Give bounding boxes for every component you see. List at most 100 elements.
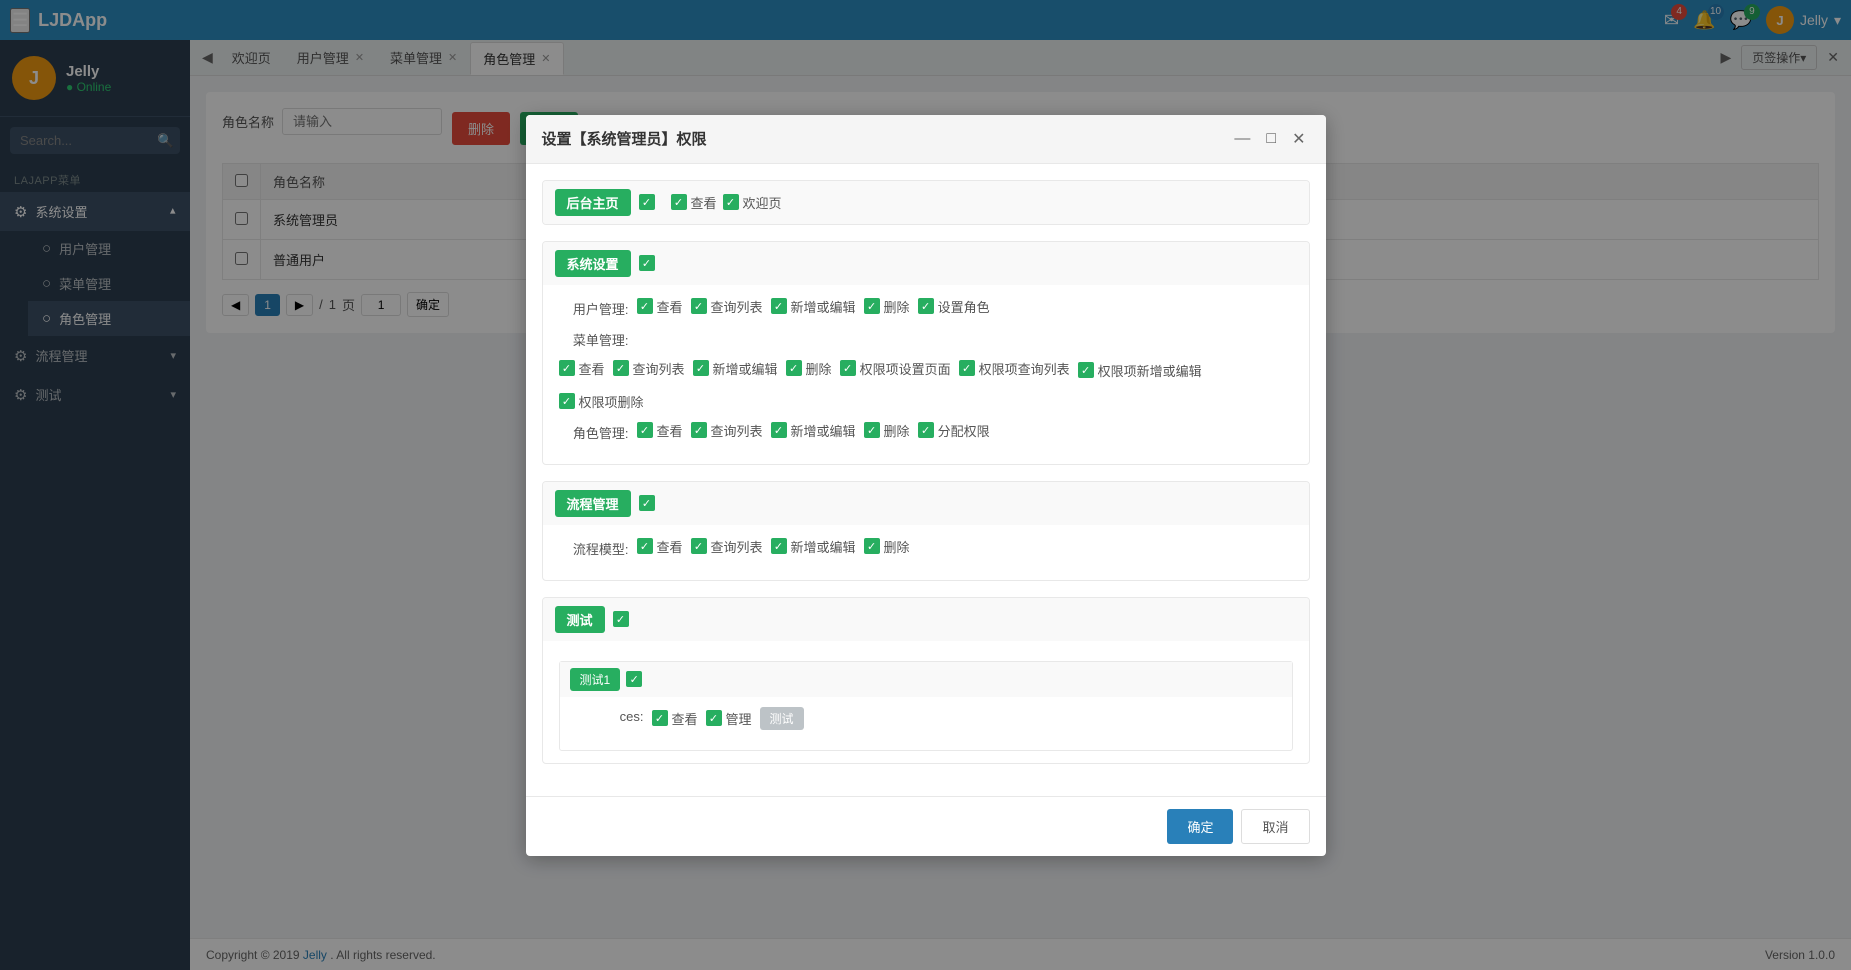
perm-item-ces-view: ✓ 查看 bbox=[652, 709, 698, 728]
perm-label-flow-view: 查看 bbox=[657, 537, 683, 556]
perm-row-menu: 菜单管理: ✓ 查看 ✓ 查询列表 ✓ bbox=[559, 328, 1293, 411]
perm-item-menu-view: ✓ 查看 bbox=[559, 359, 605, 378]
check-all-backend[interactable]: ✓ bbox=[639, 194, 655, 210]
check-all-flow[interactable]: ✓ bbox=[639, 495, 655, 511]
perm-row-items-menu: ✓ 查看 ✓ 查询列表 ✓ 新增或编辑 bbox=[559, 357, 1293, 411]
perm-item-flow-delete: ✓ 删除 bbox=[864, 537, 910, 556]
perm-label-menu-view: 查看 bbox=[579, 359, 605, 378]
cb-user-setrole[interactable]: ✓ bbox=[918, 298, 934, 314]
perm-item-role-view: ✓ 查看 bbox=[637, 421, 683, 440]
perm-item-menu-perm-page: ✓ 权限项设置页面 bbox=[840, 359, 951, 378]
perm-item-user-edit: ✓ 新增或编辑 bbox=[771, 297, 856, 316]
cb-role-edit[interactable]: ✓ bbox=[771, 422, 787, 438]
perm-row-label-flow-model: 流程模型: bbox=[559, 537, 629, 558]
cb-test1-all[interactable]: ✓ bbox=[626, 671, 642, 687]
perm-item-menu-delete: ✓ 删除 bbox=[786, 359, 832, 378]
modal-maximize-button[interactable]: □ bbox=[1262, 128, 1280, 150]
perm-items-backend: ✓ 查看 ✓ 欢迎页 bbox=[671, 193, 782, 212]
perm-item-backend-welcome: ✓ 欢迎页 bbox=[723, 193, 782, 212]
perm-item-backend-view: ✓ 查看 bbox=[671, 193, 717, 212]
perm-label-backend-view: 查看 bbox=[691, 193, 717, 212]
cb-role-view[interactable]: ✓ bbox=[637, 422, 653, 438]
check-all-system[interactable]: ✓ bbox=[639, 255, 655, 271]
perm-item-menu-list: ✓ 查询列表 bbox=[613, 359, 685, 378]
perm-label-ces-manage: 管理 bbox=[726, 709, 752, 728]
modal-close-button[interactable]: ✕ bbox=[1288, 127, 1309, 151]
checkbox-backend-view[interactable]: ✓ bbox=[671, 194, 687, 210]
check-all-test[interactable]: ✓ bbox=[613, 611, 629, 627]
cb-user-delete[interactable]: ✓ bbox=[864, 298, 880, 314]
perm-label-user-edit: 新增或编辑 bbox=[791, 297, 856, 316]
perm-item-flow-edit: ✓ 新增或编辑 bbox=[771, 537, 856, 556]
cb-menu-perm-list[interactable]: ✓ bbox=[959, 360, 975, 376]
perm-label-role-assign: 分配权限 bbox=[938, 421, 990, 440]
modal-minimize-button[interactable]: — bbox=[1230, 128, 1254, 150]
perm-item-ces-test: 测试 bbox=[760, 707, 804, 730]
cb-user-edit[interactable]: ✓ bbox=[771, 298, 787, 314]
perm-item-role-list: ✓ 查询列表 bbox=[691, 421, 763, 440]
perm-module-btn-test[interactable]: 测试 bbox=[555, 606, 605, 633]
cb-user-view[interactable]: ✓ bbox=[637, 298, 653, 314]
perm-row-items-role: ✓ 查看 ✓ 查询列表 ✓ 新增或编辑 bbox=[637, 421, 990, 440]
cb-user-list[interactable]: ✓ bbox=[691, 298, 707, 314]
perm-item-menu-perm-delete: ✓ 权限项删除 bbox=[559, 392, 644, 411]
perm-sub-section-test1: 测试1 ✓ ces: ✓ 查看 bbox=[559, 661, 1293, 751]
perm-item-role-assign: ✓ 分配权限 bbox=[918, 421, 990, 440]
cb-menu-edit[interactable]: ✓ bbox=[693, 360, 709, 376]
perm-section-test: 测试 ✓ 测试1 ✓ ces: bbox=[542, 597, 1310, 764]
perm-label-menu-perm-edit: 权限项新增或编辑 bbox=[1098, 361, 1202, 380]
modal-cancel-button[interactable]: 取消 bbox=[1241, 809, 1309, 844]
cb-role-list[interactable]: ✓ bbox=[691, 422, 707, 438]
cb-menu-view[interactable]: ✓ bbox=[559, 360, 575, 376]
perm-label-flow-delete: 删除 bbox=[884, 537, 910, 556]
cb-flow-delete[interactable]: ✓ bbox=[864, 538, 880, 554]
perm-label-flow-edit: 新增或编辑 bbox=[791, 537, 856, 556]
perm-label-role-view: 查看 bbox=[657, 421, 683, 440]
perm-label-backend-welcome: 欢迎页 bbox=[743, 193, 782, 212]
perm-row-items-ces: ✓ 查看 ✓ 管理 测试 bbox=[652, 707, 804, 730]
cb-menu-perm-page[interactable]: ✓ bbox=[840, 360, 856, 376]
perm-sub-header-test1: 测试1 ✓ bbox=[560, 662, 1292, 697]
cb-menu-perm-edit[interactable]: ✓ bbox=[1078, 362, 1094, 378]
modal-header: 设置【系统管理员】权限 — □ ✕ bbox=[526, 115, 1326, 164]
perm-section-header-backend: 后台主页 ✓ ✓ 查看 ✓ 欢迎页 bbox=[543, 181, 1309, 224]
perm-label-ces-view: 查看 bbox=[672, 709, 698, 728]
perm-row-items-user: ✓ 查看 ✓ 查询列表 ✓ 新增或编辑 bbox=[637, 297, 990, 316]
perm-label-user-list: 查询列表 bbox=[711, 297, 763, 316]
perm-item-role-edit: ✓ 新增或编辑 bbox=[771, 421, 856, 440]
perm-module-btn-backend[interactable]: 后台主页 bbox=[555, 189, 631, 216]
cb-role-delete[interactable]: ✓ bbox=[864, 422, 880, 438]
perm-item-flow-list: ✓ 查询列表 bbox=[691, 537, 763, 556]
cb-flow-list[interactable]: ✓ bbox=[691, 538, 707, 554]
cb-menu-perm-delete[interactable]: ✓ bbox=[559, 393, 575, 409]
cb-menu-delete[interactable]: ✓ bbox=[786, 360, 802, 376]
perm-row-label-role: 角色管理: bbox=[559, 421, 629, 442]
perm-module-btn-flow[interactable]: 流程管理 bbox=[555, 490, 631, 517]
perm-label-user-setrole: 设置角色 bbox=[938, 297, 990, 316]
perm-item-menu-perm-edit: ✓ 权限项新增或编辑 bbox=[1078, 361, 1202, 380]
perm-sub-btn-test1[interactable]: 测试1 bbox=[570, 668, 621, 691]
perm-row-role: 角色管理: ✓ 查看 ✓ 查询列表 ✓ bbox=[559, 421, 1293, 442]
perm-section-header-flow: 流程管理 ✓ bbox=[543, 482, 1309, 525]
cb-flow-view[interactable]: ✓ bbox=[637, 538, 653, 554]
perm-item-role-delete: ✓ 删除 bbox=[864, 421, 910, 440]
perm-section-body-system: 用户管理: ✓ 查看 ✓ 查询列表 ✓ bbox=[543, 285, 1309, 464]
modal-confirm-button[interactable]: 确定 bbox=[1167, 809, 1233, 844]
cb-menu-list[interactable]: ✓ bbox=[613, 360, 629, 376]
perm-row-ces: ces: ✓ 查看 ✓ 管理 bbox=[574, 707, 1278, 730]
modal-overlay: 设置【系统管理员】权限 — □ ✕ 后台主页 ✓ ✓ 查看 bbox=[0, 0, 1851, 970]
perm-module-btn-system[interactable]: 系统设置 bbox=[555, 250, 631, 277]
cb-role-assign[interactable]: ✓ bbox=[918, 422, 934, 438]
cb-ces-manage[interactable]: ✓ bbox=[706, 710, 722, 726]
perm-item-menu-perm-list: ✓ 权限项查询列表 bbox=[959, 359, 1070, 378]
checkbox-backend-welcome[interactable]: ✓ bbox=[723, 194, 739, 210]
modal-footer: 确定 取消 bbox=[526, 796, 1326, 856]
perm-label-menu-edit: 新增或编辑 bbox=[713, 359, 778, 378]
perm-section-flow: 流程管理 ✓ 流程模型: ✓ 查看 ✓ 查询列表 bbox=[542, 481, 1310, 581]
perm-row-label-ces: ces: bbox=[574, 707, 644, 724]
cb-ces-view[interactable]: ✓ bbox=[652, 710, 668, 726]
perm-section-backend-home: 后台主页 ✓ ✓ 查看 ✓ 欢迎页 bbox=[542, 180, 1310, 225]
perm-row-items-flow-model: ✓ 查看 ✓ 查询列表 ✓ 新增或编辑 bbox=[637, 537, 910, 556]
perm-item-user-delete: ✓ 删除 bbox=[864, 297, 910, 316]
cb-flow-edit[interactable]: ✓ bbox=[771, 538, 787, 554]
